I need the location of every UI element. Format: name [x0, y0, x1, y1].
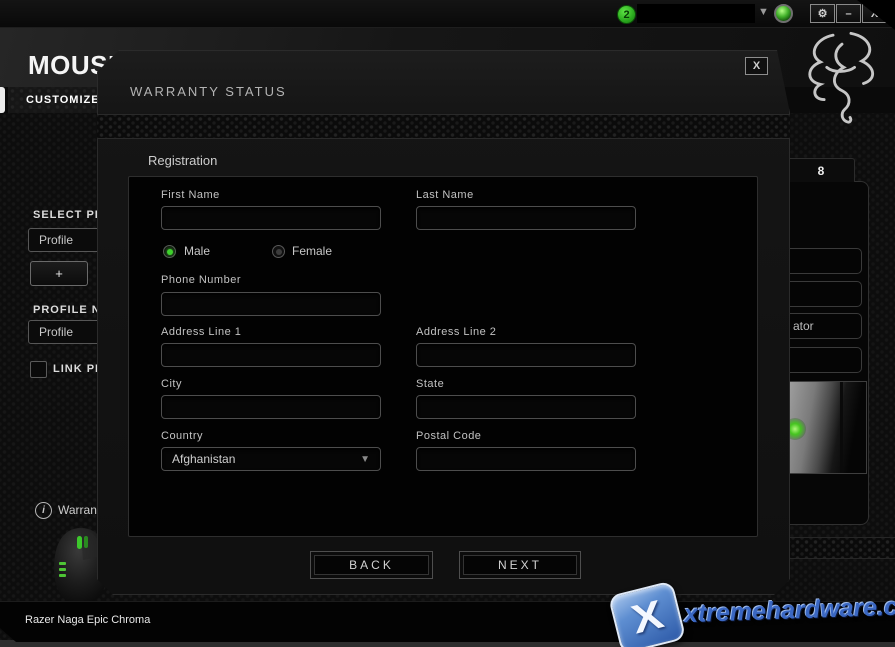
next-button-label: NEXT — [463, 555, 577, 575]
status-led — [774, 4, 793, 23]
account-name-redacted — [637, 4, 755, 23]
select-profile-label: SELECT PR — [33, 209, 104, 221]
device-count-badge: 2 — [617, 5, 636, 24]
postal-label: Postal Code — [416, 430, 481, 442]
dialog-close-button[interactable]: X — [745, 57, 768, 75]
phone-input[interactable] — [161, 292, 381, 316]
next-button[interactable]: NEXT — [459, 551, 581, 579]
state-label: State — [416, 378, 444, 390]
gear-icon: ⚙ — [818, 7, 828, 20]
address2-input[interactable] — [416, 343, 636, 367]
mouse-closeup-image — [789, 381, 867, 474]
partial-option-text: ator — [793, 319, 814, 333]
country-select-value: Afghanistan — [172, 452, 235, 466]
button-count-tab[interactable]: 8 — [787, 158, 855, 182]
watermark-x-letter: X — [627, 592, 668, 643]
registration-form: First Name Last Name Male Female Phone N… — [128, 176, 758, 537]
watermark-x-icon: X — [608, 580, 687, 647]
last-name-label: Last Name — [416, 189, 474, 201]
profile-select-value: Profile — [39, 233, 73, 247]
first-name-input[interactable] — [161, 206, 381, 230]
watermark-site-text: xtremehardware.com — [684, 591, 895, 629]
country-select[interactable]: Afghanistan ▼ — [161, 447, 381, 471]
address2-label: Address Line 2 — [416, 326, 496, 338]
account-dropdown-icon[interactable]: ▼ — [758, 6, 769, 18]
state-input[interactable] — [416, 395, 636, 419]
add-profile-button[interactable]: + — [30, 261, 88, 286]
dialog-title: WARRANTY STATUS — [130, 84, 287, 99]
tab-customize[interactable]: CUSTOMIZE — [8, 87, 100, 113]
minimize-button[interactable]: – — [836, 4, 861, 23]
back-button[interactable]: BACK — [310, 551, 433, 579]
chevron-down-icon: ▼ — [360, 454, 370, 465]
phone-label: Phone Number — [161, 274, 241, 286]
address1-label: Address Line 1 — [161, 326, 241, 338]
back-button-label: BACK — [314, 555, 429, 575]
female-radio-label[interactable]: Female — [292, 244, 332, 258]
dialog-divider-band — [97, 114, 790, 139]
razer-logo — [797, 28, 887, 130]
active-tab-indicator — [0, 87, 5, 113]
device-name-label: Razer Naga Epic Chroma — [25, 614, 150, 626]
city-label: City — [161, 378, 182, 390]
postal-input[interactable] — [416, 447, 636, 471]
settings-button[interactable]: ⚙ — [810, 4, 835, 23]
watermark: X xtremehardware.com — [601, 573, 893, 647]
address1-input[interactable] — [161, 343, 381, 367]
link-program-label: LINK PR — [53, 363, 104, 375]
app-window: MOUSE 2 ▼ ⚙ – X CUSTOMIZE SELECT PR Prof… — [0, 0, 895, 647]
info-icon: i — [35, 502, 52, 519]
male-radio-label[interactable]: Male — [184, 244, 210, 258]
last-name-input[interactable] — [416, 206, 636, 230]
profile-name-value: Profile — [39, 325, 73, 339]
city-input[interactable] — [161, 395, 381, 419]
warranty-dialog: WARRANTY STATUS X Registration First Nam… — [97, 50, 790, 595]
link-program-checkbox[interactable] — [30, 361, 47, 378]
male-radio[interactable] — [163, 245, 176, 258]
country-label: Country — [161, 430, 203, 442]
first-name-label: First Name — [161, 189, 220, 201]
registration-section-title: Registration — [148, 153, 217, 168]
titlebar: 2 ▼ ⚙ – X — [0, 0, 895, 28]
female-radio[interactable] — [272, 245, 285, 258]
